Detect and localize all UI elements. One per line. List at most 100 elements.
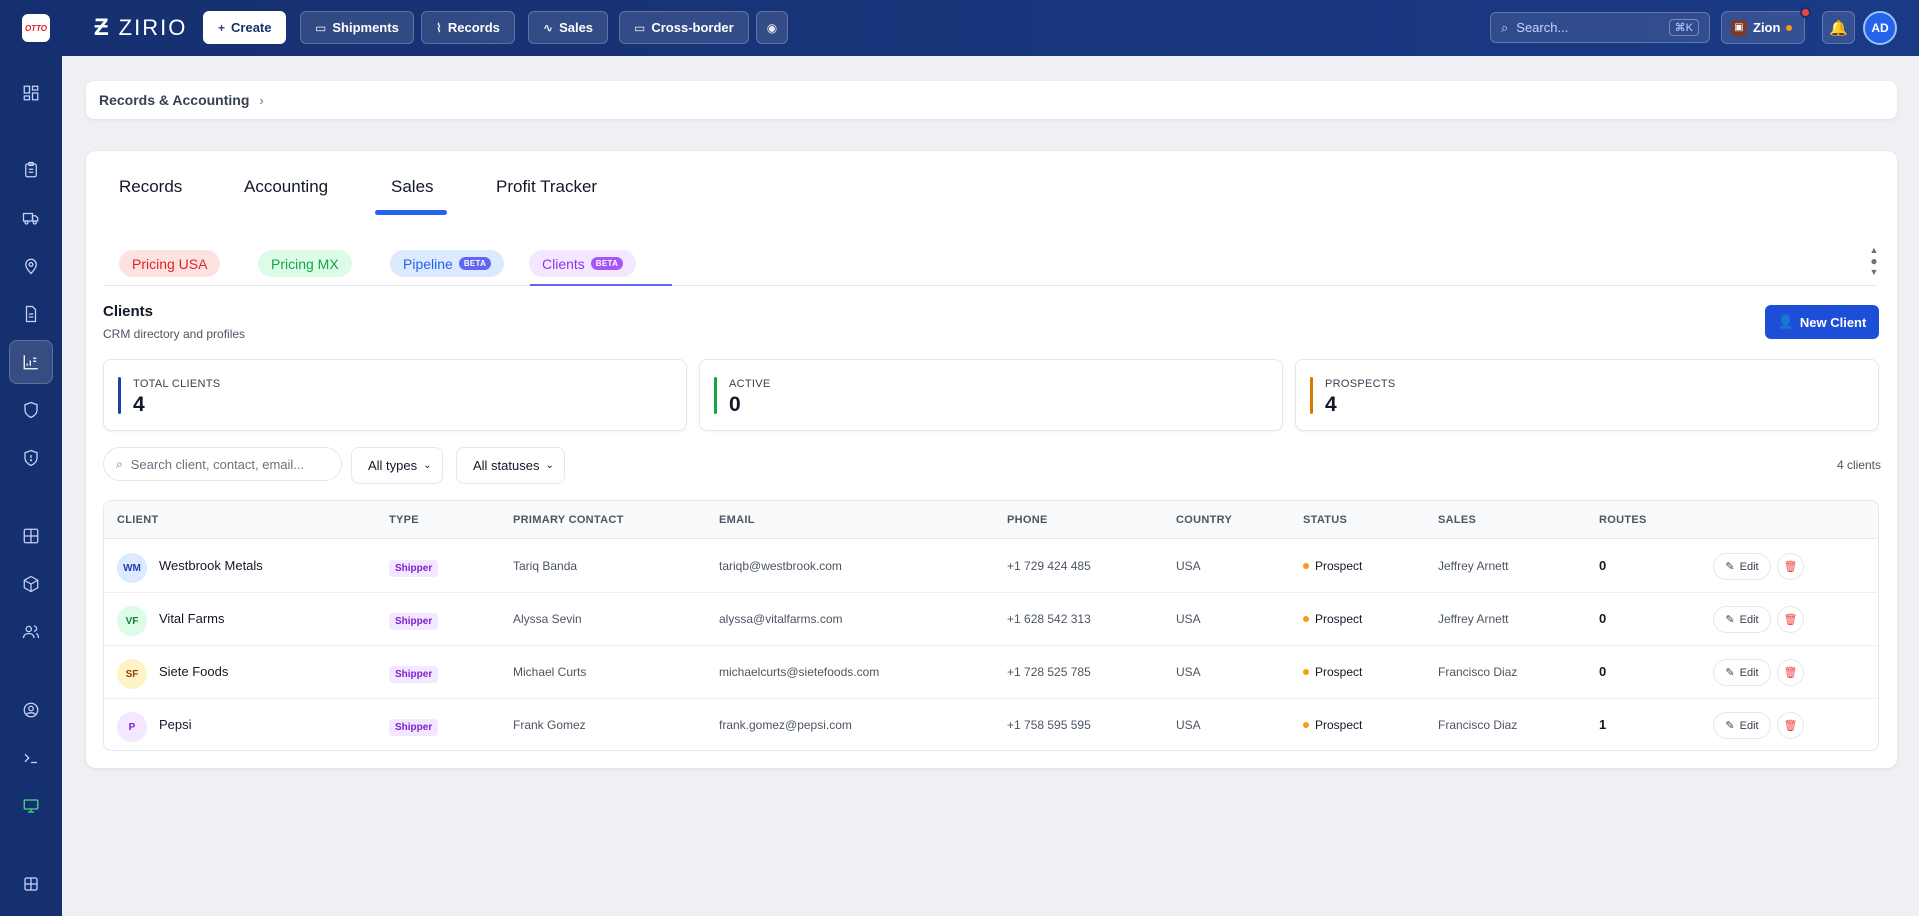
type-badge: Shipper <box>389 560 439 577</box>
client-avatar: WM <box>117 553 147 583</box>
stat-value: 4 <box>1325 393 1337 416</box>
sidebar-layout-icon[interactable] <box>9 862 53 906</box>
new-client-label: New Client <box>1799 314 1867 330</box>
subtab-clients[interactable]: Clients BETA <box>529 250 637 277</box>
edit-label: Edit <box>1739 666 1759 679</box>
box-icon: ▭ <box>315 20 327 35</box>
table-row[interactable]: P Pepsi Shipper Frank Gomez frank.gomez@… <box>104 699 1878 750</box>
status-text: Prospect <box>1315 665 1363 679</box>
tab-records[interactable]: Records <box>119 177 182 197</box>
delete-button[interactable]: 🗑 <box>1777 659 1804 686</box>
nav-sales-button[interactable]: ∿ Sales <box>528 11 609 44</box>
sidebar-truck-icon[interactable] <box>9 196 53 240</box>
sidebar-document-icon[interactable] <box>9 292 53 336</box>
user-avatar[interactable]: AD <box>1863 11 1897 45</box>
nav-shipments-button[interactable]: ▭ Shipments <box>300 11 414 44</box>
routes-count: 0 <box>1599 558 1607 573</box>
subtab-scroll-control[interactable]: ▲ ● ▼ <box>1866 245 1882 285</box>
scroll-down-icon[interactable]: ▼ <box>1870 267 1879 278</box>
nav-records-button[interactable]: ⌇ Records <box>421 11 515 44</box>
sidebar-users-icon[interactable] <box>9 610 53 654</box>
stat-label: TOTAL CLIENTS <box>133 378 221 390</box>
brand-logo[interactable]: Ƶ ZIRIO <box>94 14 187 42</box>
phone: +1 758 595 595 <box>1007 718 1091 732</box>
type-filter-select[interactable]: All types ⌄ <box>351 447 443 484</box>
table-row[interactable]: WM Westbrook Metals Shipper Tariq Banda … <box>104 540 1878 593</box>
org-cube-icon: ▣ <box>1731 19 1747 36</box>
subtab-label: Pricing USA <box>132 255 208 272</box>
breadcrumb: Records & Accounting › <box>86 81 1897 119</box>
create-button[interactable]: + Create <box>203 11 287 44</box>
tab-profit-tracker[interactable]: Profit Tracker <box>496 177 597 197</box>
nav-cross-border-button[interactable]: ▭ Cross-border <box>619 11 749 44</box>
stat-value: 0 <box>729 393 741 416</box>
sidebar-package-icon[interactable] <box>9 562 53 606</box>
sidebar-shield-icon[interactable] <box>9 388 53 432</box>
new-client-button[interactable]: 👤 New Client <box>1765 305 1879 339</box>
sidebar-clipboard-icon[interactable] <box>9 148 53 192</box>
section-title: Clients <box>103 303 154 320</box>
edit-label: Edit <box>1739 560 1759 573</box>
edit-button[interactable]: ✎ Edit <box>1713 712 1771 739</box>
subtab-pricing-usa[interactable]: Pricing USA <box>119 250 221 277</box>
status-filter-select[interactable]: All statuses ⌄ <box>456 447 565 484</box>
status-dot <box>1303 563 1309 569</box>
edit-button[interactable]: ✎ Edit <box>1713 606 1771 633</box>
delete-button[interactable]: 🗑 <box>1777 606 1804 633</box>
tab-accounting[interactable]: Accounting <box>244 177 328 197</box>
stat-label: PROSPECTS <box>1325 378 1396 390</box>
org-switcher[interactable]: ▣ Zion <box>1721 11 1805 44</box>
status-text: Prospect <box>1315 612 1363 626</box>
tab-sales[interactable]: Sales <box>391 177 434 197</box>
stat-card-total-clients: TOTAL CLIENTS 4 <box>103 359 687 431</box>
search-icon: ⌕ <box>116 456 123 471</box>
more-apps-button[interactable]: ◉ <box>756 11 788 44</box>
subtab-pricing-mx[interactable]: Pricing MX <box>258 250 352 277</box>
client-name[interactable]: Westbrook Metals <box>159 558 263 573</box>
cross-border-label: Cross-border <box>651 20 734 35</box>
client-name[interactable]: Siete Foods <box>159 664 228 679</box>
status-badge: Prospect <box>1303 665 1362 679</box>
otto-logo[interactable]: OTTO <box>22 14 50 42</box>
stat-label: ACTIVE <box>729 378 771 390</box>
stat-accent-bar <box>1310 377 1313 414</box>
table-row[interactable]: VF Vital Farms Shipper Alyssa Sevin alys… <box>104 593 1878 646</box>
email: tariqb@westbrook.com <box>719 559 842 573</box>
email: alyssa@vitalfarms.com <box>719 612 843 626</box>
sidebar-dashboard-icon[interactable] <box>9 71 53 115</box>
sidebar-grid-icon[interactable] <box>9 514 53 558</box>
edit-button[interactable]: ✎ Edit <box>1713 659 1771 686</box>
chevron-down-icon: ⌄ <box>423 460 432 471</box>
client-name[interactable]: Vital Farms <box>159 611 225 626</box>
breadcrumb-records-accounting[interactable]: Records & Accounting <box>99 92 249 108</box>
subtab-pipeline[interactable]: Pipeline BETA <box>390 250 505 277</box>
country: USA <box>1176 559 1201 573</box>
sidebar-terminal-icon[interactable] <box>9 736 53 780</box>
pencil-icon: ✎ <box>1725 667 1735 679</box>
delete-button[interactable]: 🗑 <box>1777 553 1804 580</box>
search-placeholder: Search... <box>1516 20 1569 35</box>
sidebar-location-icon[interactable] <box>9 244 53 288</box>
routes-count: 1 <box>1599 717 1607 732</box>
country: USA <box>1176 718 1201 732</box>
sidebar-account-icon[interactable] <box>9 688 53 732</box>
subtab-label: Pipeline <box>403 255 453 272</box>
table-row[interactable]: SF Siete Foods Shipper Michael Curts mic… <box>104 646 1878 699</box>
edit-label: Edit <box>1739 613 1759 626</box>
edit-button[interactable]: ✎ Edit <box>1713 553 1771 580</box>
header-routes: ROUTES <box>1599 514 1647 526</box>
type-badge: Shipper <box>389 613 439 630</box>
clients-table: CLIENT TYPE PRIMARY CONTACT EMAIL PHONE … <box>103 500 1879 751</box>
global-search-input[interactable]: ⌕ Search... ⌘K <box>1490 12 1710 43</box>
notifications-button[interactable]: 🔔 <box>1822 11 1855 44</box>
client-search-input[interactable]: ⌕ Search client, contact, email... <box>103 447 342 481</box>
sidebar-monitor-icon[interactable] <box>9 784 53 828</box>
sidebar-chart-icon[interactable] <box>9 340 53 384</box>
header-primary-contact: PRIMARY CONTACT <box>513 514 624 526</box>
delete-button[interactable]: 🗑 <box>1777 712 1804 739</box>
stat-value: 4 <box>133 393 145 416</box>
client-name[interactable]: Pepsi <box>159 717 192 732</box>
status-badge: Prospect <box>1303 559 1362 573</box>
search-shortcut: ⌘K <box>1668 19 1699 36</box>
sidebar-shield-alert-icon[interactable] <box>9 436 53 480</box>
